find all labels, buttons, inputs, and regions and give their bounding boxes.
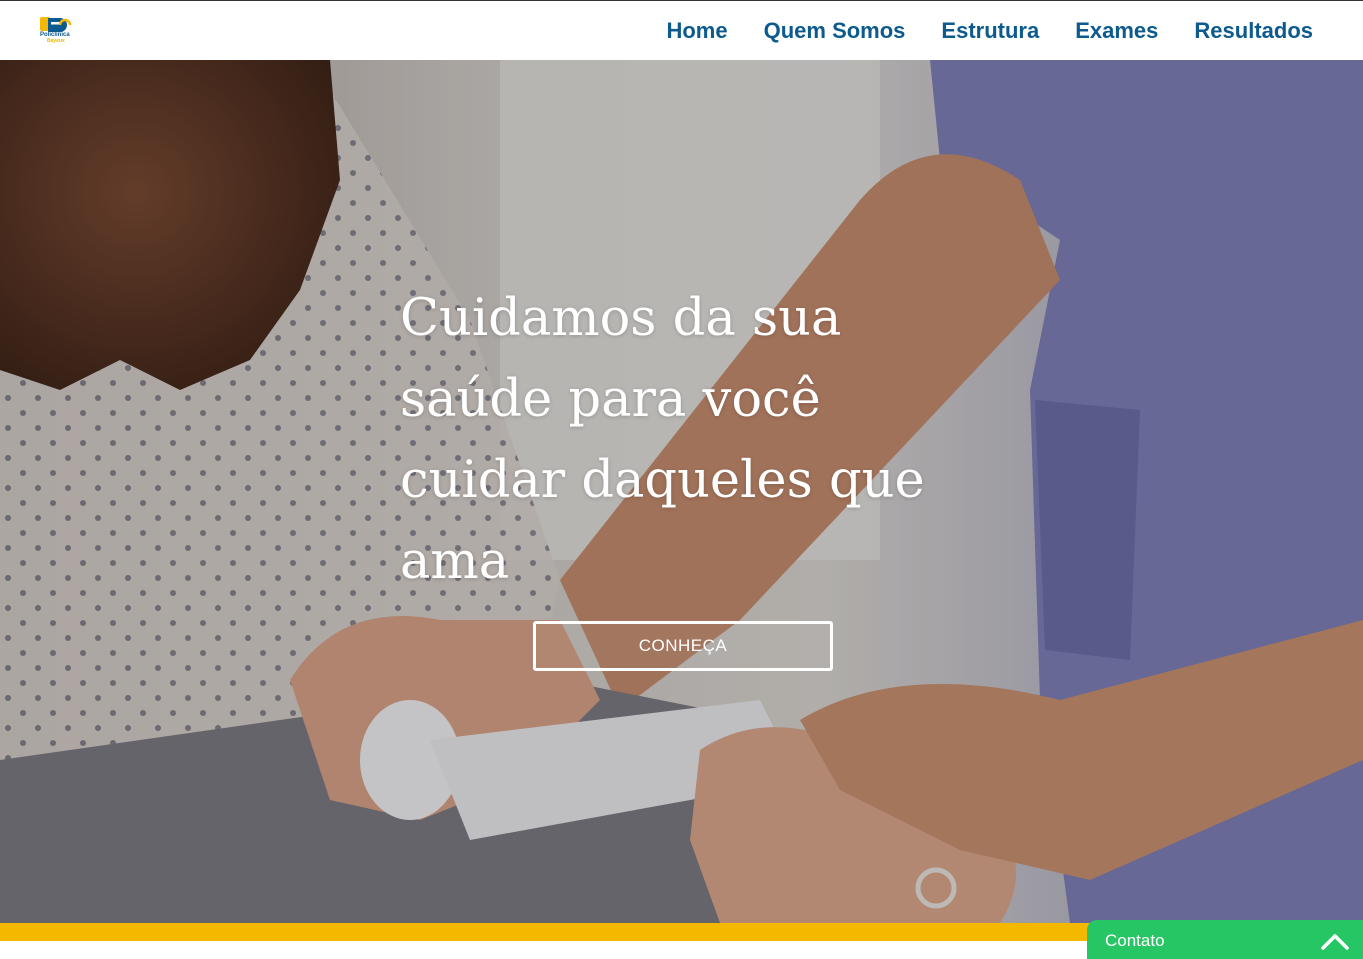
conheca-button[interactable]: CONHEÇA — [533, 621, 833, 671]
contact-widget[interactable]: Contato — [1087, 920, 1363, 959]
nav-exames[interactable]: Exames — [1075, 17, 1158, 45]
page: Policlínica Bayeux Home Quem Somos Estru… — [0, 0, 1363, 959]
nav-home[interactable]: Home — [666, 17, 727, 45]
contact-label: Contato — [1105, 931, 1165, 950]
site-header: Policlínica Bayeux Home Quem Somos Estru… — [0, 0, 1363, 60]
hero-section: Cuidamos da sua saúde para você cuidar d… — [0, 60, 1363, 923]
hero-title: Cuidamos da sua saúde para você cuidar d… — [400, 289, 925, 591]
main-nav: Home Quem Somos Estrutura Exames Resulta… — [630, 17, 1313, 45]
chevron-up-icon[interactable] — [1321, 932, 1349, 950]
nav-estrutura[interactable]: Estrutura — [941, 17, 1039, 45]
nav-resultados[interactable]: Resultados — [1194, 17, 1313, 45]
nav-quem-somos[interactable]: Quem Somos — [764, 17, 906, 45]
logo-tagline: Bayeux — [47, 38, 65, 44]
